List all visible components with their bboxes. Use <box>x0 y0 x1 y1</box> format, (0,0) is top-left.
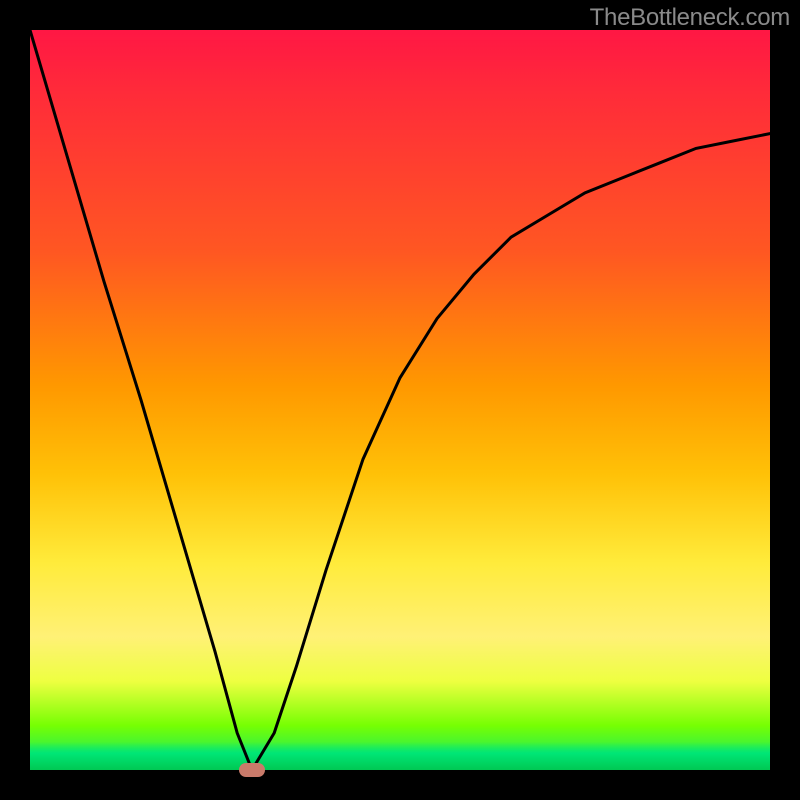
chart-plot-area <box>30 30 770 770</box>
bottleneck-curve <box>30 30 770 770</box>
watermark-text: TheBottleneck.com <box>590 4 790 32</box>
optimal-point-marker <box>239 763 265 777</box>
